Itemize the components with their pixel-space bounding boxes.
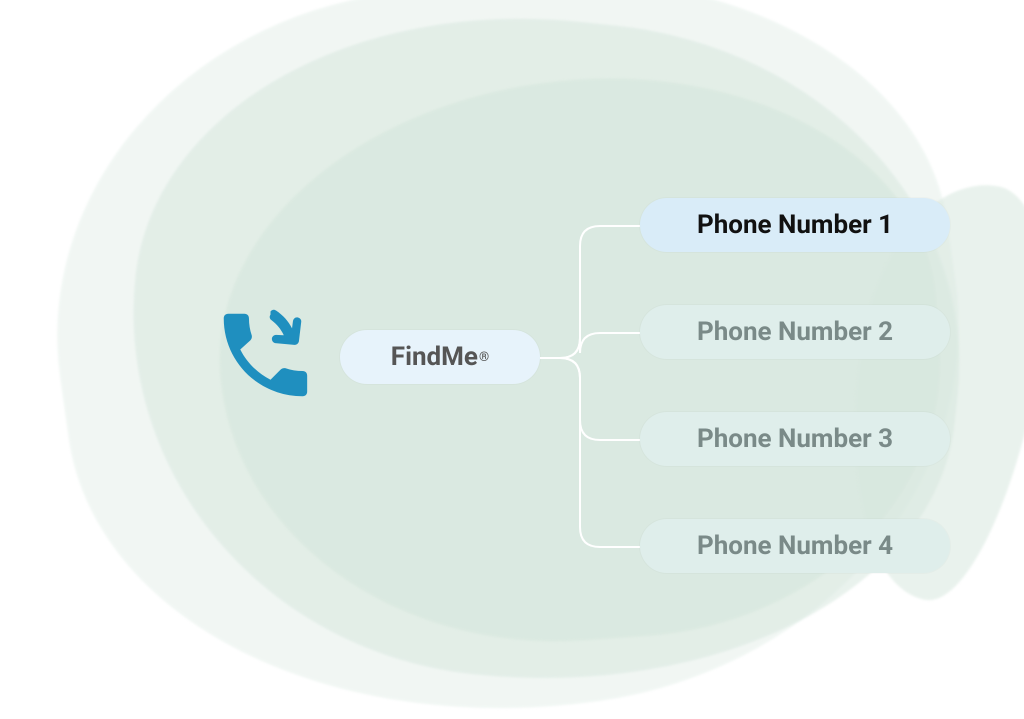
option-label: Phone Number 1 [697, 210, 893, 240]
option-pill-3: Phone Number 3 [640, 412, 950, 466]
hub-trademark: ® [479, 350, 489, 365]
diagram-stage: FindMe® Phone Number 1 Phone Number 2 Ph… [0, 0, 1024, 719]
call-forward-icon [210, 300, 320, 410]
option-pill-1: Phone Number 1 [640, 198, 950, 252]
option-label: Phone Number 2 [697, 317, 893, 347]
option-label: Phone Number 4 [697, 531, 893, 561]
hub-label: FindMe [391, 342, 478, 372]
hub-pill: FindMe® [340, 330, 540, 384]
option-pill-2: Phone Number 2 [640, 305, 950, 359]
option-label: Phone Number 3 [697, 424, 893, 454]
option-pill-4: Phone Number 4 [640, 519, 950, 573]
